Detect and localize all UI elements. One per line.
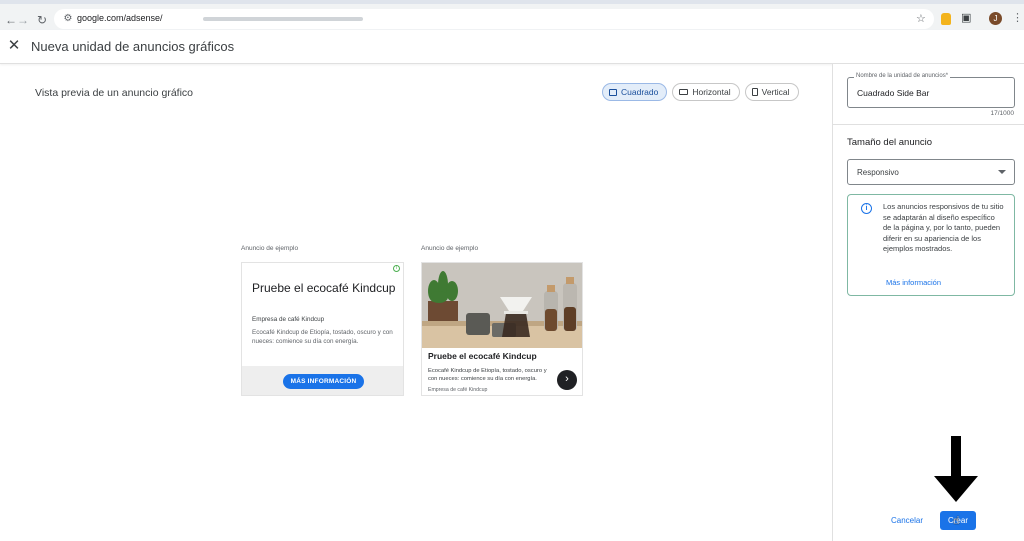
learn-more-link[interactable]: Más información bbox=[886, 278, 941, 287]
select-value: Responsivo bbox=[857, 168, 899, 177]
divider bbox=[833, 124, 1024, 125]
horizontal-rect-icon bbox=[679, 89, 689, 95]
square-icon bbox=[609, 88, 617, 96]
vertical-rect-icon bbox=[751, 88, 758, 96]
site-info-icon[interactable]: ⚙ bbox=[61, 12, 75, 26]
info-text: Los anuncios responsivos de tu sitio se … bbox=[883, 202, 1004, 253]
char-counter: 17/1000 bbox=[990, 110, 1015, 117]
ad-body: Ecocafé Kindcup de Etiopía, tostado, osc… bbox=[428, 368, 547, 382]
url-text: google.com/adsense/ bbox=[77, 13, 163, 23]
dropdown-arrow-icon bbox=[998, 170, 1006, 174]
down-arrow-annotation bbox=[934, 436, 978, 502]
sample-ad-label: Anuncio de ejemplo bbox=[241, 245, 299, 252]
extensions-puzzle-icon[interactable]: ▣ bbox=[961, 12, 973, 24]
address-bar[interactable]: ⚙ google.com/adsense/ ☆ bbox=[54, 9, 934, 29]
field-label: Nombre de la unidad de anuncios* bbox=[854, 73, 951, 79]
chevron-right-icon[interactable]: › bbox=[557, 370, 577, 390]
ad-size-title: Tamaño del anuncio bbox=[847, 137, 933, 148]
chip-label: Cuadrado bbox=[621, 87, 659, 97]
settings-panel: Nombre de la unidad de anuncios* Cuadrad… bbox=[832, 64, 1024, 541]
field-value[interactable]: Cuadrado Side Bar bbox=[857, 88, 929, 98]
chip-vertical[interactable]: Vertical bbox=[744, 83, 799, 101]
dialog-header: ✕ Nueva unidad de anuncios gráficos bbox=[0, 30, 1024, 64]
extension-icon[interactable] bbox=[941, 13, 951, 25]
sample-ad-label: Anuncio de ejemplo bbox=[421, 245, 479, 252]
chip-label: Horizontal bbox=[692, 87, 731, 97]
ad-advertiser: Empresa de café Kindcup bbox=[428, 387, 488, 393]
ad-headline: Pruebe el ecocafé Kindcup bbox=[252, 281, 396, 295]
sample-ad-image: Pruebe el ecocafé Kindcup Ecocafé Kindcu… bbox=[421, 262, 583, 396]
cancel-button[interactable]: Cancelar bbox=[883, 512, 931, 530]
chip-label: Vertical bbox=[761, 87, 790, 97]
ad-size-select[interactable]: Responsivo bbox=[847, 159, 1015, 185]
reload-icon[interactable]: ↻ bbox=[33, 11, 51, 29]
ad-cta-bar: MÁS INFORMACIÓN bbox=[242, 366, 403, 395]
forward-icon[interactable]: → bbox=[14, 11, 32, 29]
ad-headline: Pruebe el ecocafé Kindcup bbox=[428, 351, 537, 361]
bookmark-star-icon[interactable]: ☆ bbox=[916, 12, 926, 25]
preview-label: Vista previa de un anuncio gráfico bbox=[35, 87, 193, 99]
browser-toolbar: ← → ↻ ⚙ google.com/adsense/ ☆ ▣ J ⋮ bbox=[0, 0, 1024, 30]
browser-menu-icon[interactable]: ⋮ bbox=[1012, 12, 1023, 24]
info-icon: i bbox=[861, 203, 872, 214]
ad-advertiser: Empresa de café Kindcup bbox=[252, 316, 325, 323]
profile-avatar[interactable]: J bbox=[989, 12, 1002, 25]
chip-horizontal[interactable]: Horizontal bbox=[672, 83, 740, 101]
adchoices-icon[interactable]: i bbox=[393, 265, 400, 272]
coffee-photo bbox=[422, 263, 582, 348]
page-title: Nueva unidad de anuncios gráficos bbox=[31, 39, 235, 54]
sample-ad-text: i Pruebe el ecocafé Kindcup Empresa de c… bbox=[241, 262, 404, 396]
url-redacted bbox=[203, 17, 363, 21]
close-icon[interactable]: ✕ bbox=[6, 38, 22, 54]
info-box: i Los anuncios responsivos de tu sitio s… bbox=[847, 194, 1015, 296]
hand-cursor-icon: ☝ bbox=[953, 515, 960, 527]
ad-cta-button[interactable]: MÁS INFORMACIÓN bbox=[283, 374, 364, 389]
format-chips: Cuadrado Horizontal Vertical bbox=[602, 83, 799, 101]
ad-body: Ecocafé Kindcup de Etiopía, tostado, osc… bbox=[252, 329, 393, 345]
chip-cuadrado[interactable]: Cuadrado bbox=[602, 83, 668, 101]
ad-unit-name-field[interactable]: Nombre de la unidad de anuncios* Cuadrad… bbox=[847, 73, 1015, 108]
